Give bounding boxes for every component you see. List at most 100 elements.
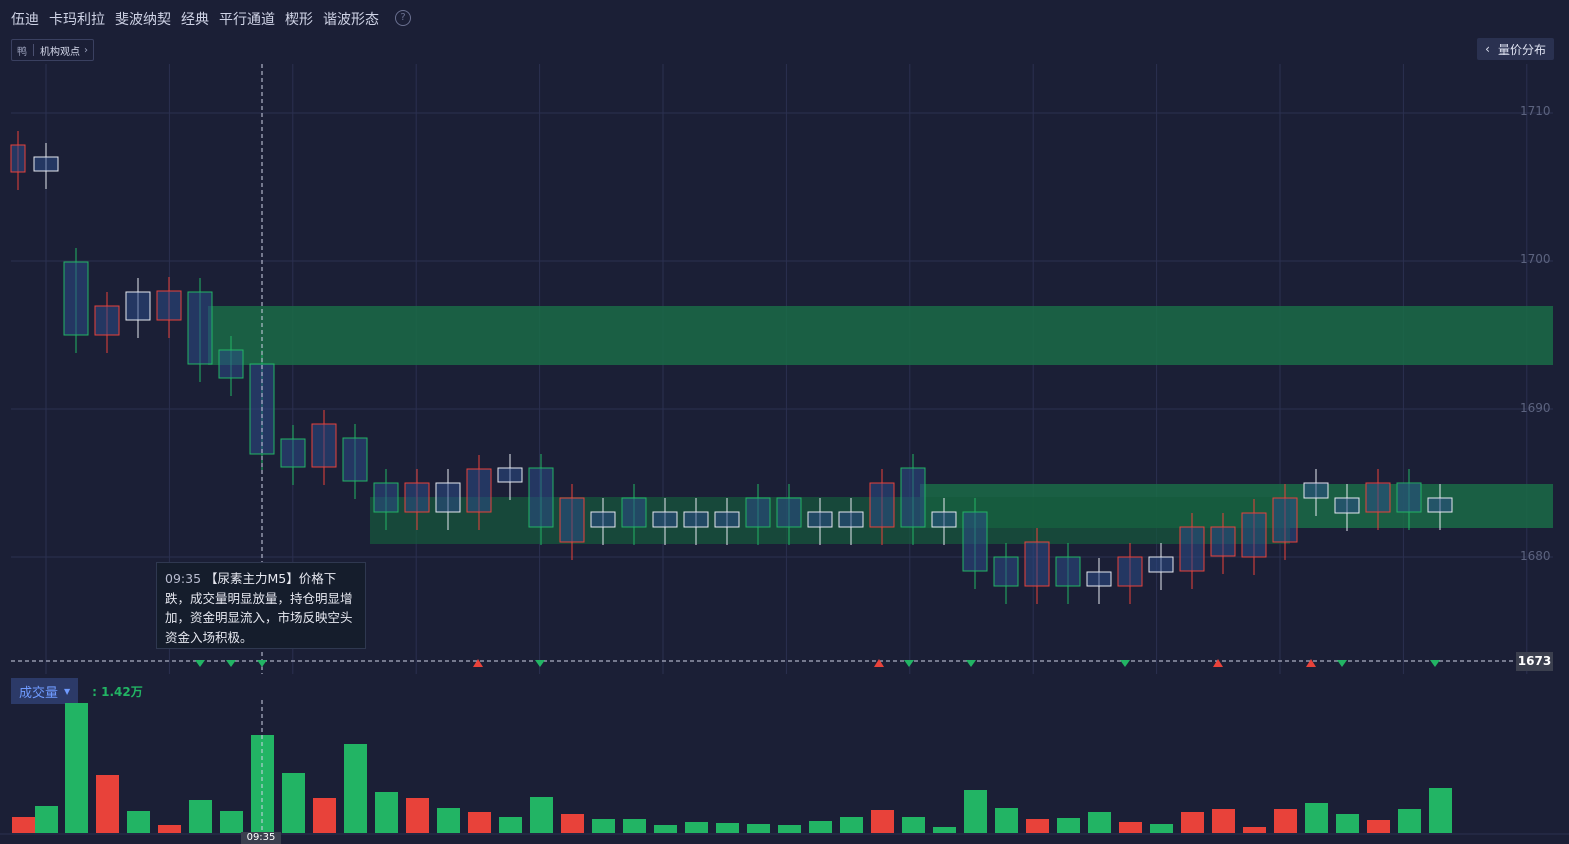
signal-marker-icon: [535, 660, 545, 667]
signal-marker-icon: [473, 659, 483, 667]
footprint-cells: [1056, 557, 1080, 586]
volume-bar: [809, 821, 832, 833]
signal-marker-icon: [195, 660, 205, 667]
volume-bar: [685, 822, 708, 833]
footprint-cells: [312, 424, 336, 467]
nav-harmonic[interactable]: 谐波形态: [323, 9, 379, 29]
volume-bar: [96, 775, 119, 833]
volume-bar: [964, 790, 987, 833]
volume-bar: [747, 824, 770, 833]
volume-bar: [1150, 824, 1173, 833]
footprint-cells: [1366, 483, 1390, 512]
chevron-left-icon: ‹: [1485, 42, 1490, 56]
volume-bar: [902, 817, 925, 833]
volume-bar: [592, 819, 615, 833]
institution-view-tag[interactable]: 鸭 机构观点 ›: [11, 39, 94, 61]
support-zone: [208, 306, 1553, 365]
volume-bar: [499, 817, 522, 833]
footprint-cells: [1211, 527, 1235, 556]
footprint-cells: [684, 512, 708, 527]
volume-bar: [35, 806, 58, 833]
signal-marker-icon: [1430, 660, 1440, 667]
footprint-cells: [1428, 498, 1452, 512]
footprint-cells: [808, 512, 832, 527]
footprint-cells: [157, 291, 181, 320]
footprint-cells: [374, 483, 398, 512]
current-price-badge: 1673: [1516, 652, 1553, 671]
footprint-cells: [467, 469, 491, 512]
top-nav: 伍迪 卡玛利拉 斐波纳契 经典 平行通道 楔形 谐波形态 ?: [0, 0, 1569, 36]
volume-bar: [716, 823, 739, 833]
footprint-cells: [591, 512, 615, 527]
footprint-cells: [281, 439, 305, 467]
volume-bar: [189, 800, 212, 833]
nav-wedge[interactable]: 楔形: [285, 9, 313, 29]
footprint-cells: [219, 350, 243, 378]
footprint-cells: [529, 468, 553, 527]
volume-bar: [654, 825, 677, 833]
volume-bar: [220, 811, 243, 833]
footprint-cells: [95, 306, 119, 335]
crosshair-time-tag: 09:35: [241, 832, 281, 844]
volume-bar: [282, 773, 305, 833]
chevron-right-icon: ›: [84, 44, 88, 56]
footprint-cells: [746, 498, 770, 527]
help-icon[interactable]: ?: [395, 10, 411, 26]
footprint-cells: [653, 512, 677, 527]
volume-bar: [344, 744, 367, 833]
volume-bar: [933, 827, 956, 833]
signal-tooltip: 09:35 【尿素主力M5】价格下跌，成交量明显放量，持仓明显增加，资金明显流入…: [156, 562, 366, 649]
footprint-cells: [1025, 542, 1049, 586]
tooltip-time: 09:35: [165, 571, 202, 586]
nav-classic[interactable]: 经典: [181, 9, 209, 29]
volume-bar: [313, 798, 336, 833]
footprint-cells: [64, 262, 88, 335]
volume-bar: [1305, 803, 1328, 833]
footprint-cells: [1397, 483, 1421, 512]
volume-bar: [1026, 819, 1049, 833]
volume-bar: [406, 798, 429, 833]
volume-bar: [1212, 809, 1235, 833]
nav-fibonacci[interactable]: 斐波纳契: [115, 9, 171, 29]
nav-camarilla[interactable]: 卡玛利拉: [49, 9, 105, 29]
volume-bar: [1367, 820, 1390, 833]
volume-profile-button[interactable]: ‹ 量价分布: [1477, 38, 1554, 60]
price-label-1680: 1680: [1520, 549, 1551, 563]
nav-parallel-channel[interactable]: 平行通道: [219, 9, 275, 29]
volume-bar: [1181, 812, 1204, 833]
volume-value: : 1.42万: [92, 684, 143, 699]
footprint-cells: [498, 468, 522, 482]
signal-marker-icon: [257, 660, 267, 667]
signal-marker-icon: [904, 660, 914, 667]
footprint-cells: [901, 468, 925, 527]
signal-marker-icon: [966, 660, 976, 667]
footprint-cells: [1149, 557, 1173, 572]
volume-bar: [1336, 814, 1359, 833]
volume-bar: [375, 792, 398, 833]
footprint-cells: [188, 292, 212, 364]
footprint-cells: [932, 512, 956, 527]
volume-bar: [158, 825, 181, 833]
footprint-cells: [870, 483, 894, 527]
footprint-cells: [715, 512, 739, 527]
volume-bar: [530, 797, 553, 833]
volume-bar: [1274, 809, 1297, 833]
volume-bar: [995, 808, 1018, 833]
footprint-cells: [1273, 498, 1297, 542]
footprint-cells: [405, 483, 429, 512]
nav-wudi[interactable]: 伍迪: [11, 9, 39, 29]
footprint-cells: [11, 145, 25, 172]
price-label-1690: 1690: [1520, 401, 1551, 415]
volume-label: 成交量: [19, 685, 59, 701]
volume-bar: [1057, 818, 1080, 833]
footprint-cells: [560, 498, 584, 542]
footprint-cells: [343, 438, 367, 481]
footprint-cells: [839, 512, 863, 527]
volume-bar: [127, 811, 150, 833]
volume-bar: [1429, 788, 1452, 833]
volume-bar: [561, 814, 584, 833]
signal-marker-icon: [1337, 660, 1347, 667]
footprint-cells: [126, 292, 150, 320]
footprint-cells: [1118, 557, 1142, 586]
signal-marker-icon: [1213, 659, 1223, 667]
